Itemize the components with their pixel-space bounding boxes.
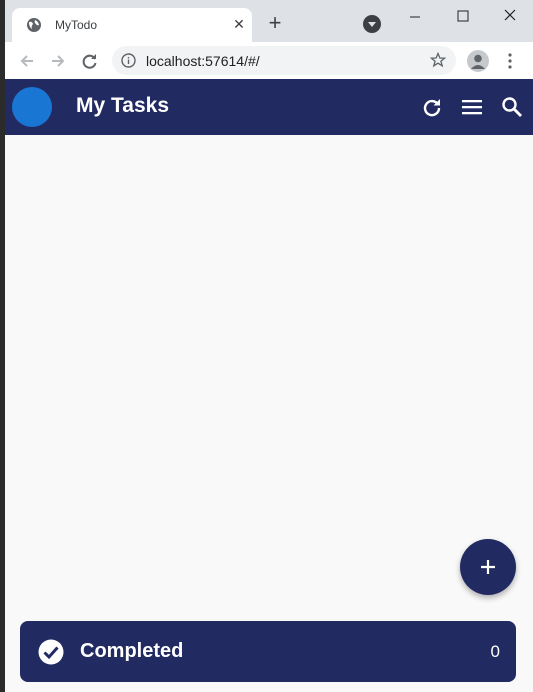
avatar[interactable] [12, 87, 52, 127]
address-bar[interactable]: localhost:57614/#/ [112, 46, 456, 75]
browser-toolbar: localhost:57614/#/ [5, 42, 533, 79]
url-text: localhost:57614/#/ [146, 53, 260, 69]
forward-icon[interactable] [48, 51, 68, 71]
add-icon [481, 560, 495, 574]
refresh-icon[interactable] [420, 95, 444, 119]
search-icon[interactable] [500, 95, 524, 119]
check-circle-icon [38, 639, 64, 665]
profile-icon[interactable] [467, 50, 489, 72]
add-task-button[interactable] [460, 539, 516, 595]
new-tab-button[interactable]: + [263, 12, 287, 36]
back-icon[interactable] [17, 51, 37, 71]
page-title: My Tasks [76, 94, 169, 117]
reload-icon[interactable] [80, 51, 100, 71]
completed-section-toggle[interactable]: Completed 0 [20, 621, 516, 682]
close-tab-icon[interactable]: ✕ [231, 16, 247, 32]
info-icon[interactable] [121, 53, 136, 68]
globe-icon [27, 18, 41, 32]
more-vert-icon[interactable] [507, 52, 513, 70]
completed-label: Completed [80, 640, 184, 662]
browser-tab[interactable]: MyTodo ✕ [12, 8, 252, 42]
menu-icon[interactable] [460, 95, 484, 119]
window-close-icon[interactable] [495, 4, 525, 26]
tab-search-icon[interactable] [363, 15, 381, 33]
app-content: My Tasks Completed 0 [5, 79, 533, 692]
completed-count: 0 [490, 642, 500, 661]
star-icon[interactable] [430, 52, 446, 68]
maximize-icon[interactable] [448, 4, 478, 26]
tab-title: MyTodo [55, 18, 98, 32]
app-bar: My Tasks [5, 79, 533, 135]
browser-window: MyTodo ✕ + localhost:57614/#/ My Tasks C… [5, 0, 533, 692]
tab-strip: MyTodo ✕ + [5, 0, 533, 42]
minimize-icon[interactable] [400, 4, 430, 26]
